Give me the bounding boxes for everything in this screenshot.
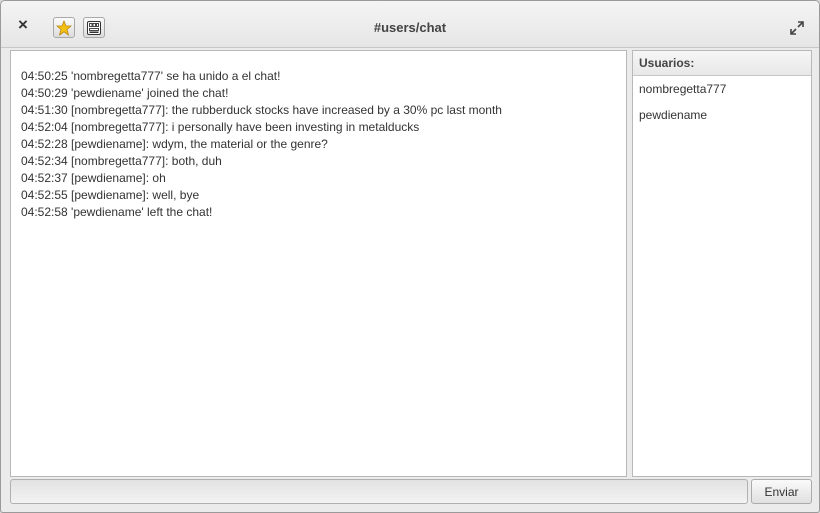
- chat-log[interactable]: 04:50:25 'nombregetta777' se ha unido a …: [10, 50, 627, 477]
- window-title: #users/chat: [373, 20, 447, 35]
- chat-window: × #users/chat 04:50:25 'nombregetta777' …: [0, 0, 820, 513]
- chat-message: 04:52:58 'pewdiename' left the chat!: [21, 205, 213, 219]
- users-header: Usuarios:: [633, 51, 811, 76]
- users-list-panel: Usuarios: nombregetta777 pewdiename: [632, 50, 812, 477]
- maximize-icon: [790, 21, 804, 35]
- chat-message: 04:52:55 [pewdiename]: well, bye: [21, 188, 200, 202]
- chat-message: 04:52:37 [pewdiename]: oh: [21, 171, 166, 185]
- user-list-item[interactable]: nombregetta777: [633, 76, 811, 102]
- titlebar: × #users/chat: [1, 1, 819, 48]
- chat-message: 04:50:25 'nombregetta777' se ha unido a …: [21, 69, 281, 83]
- chat-message: 04:52:28 [pewdiename]: wdym, the materia…: [21, 137, 328, 151]
- chat-message: 04:51:30 [nombregetta777]: the rubberduc…: [21, 103, 502, 117]
- send-button[interactable]: Enviar: [751, 479, 812, 504]
- maximize-button[interactable]: [789, 20, 805, 36]
- chat-messages: 04:50:25 'nombregetta777' se ha unido a …: [21, 68, 620, 221]
- user-list-item[interactable]: pewdiename: [633, 102, 811, 128]
- message-input[interactable]: [10, 479, 748, 504]
- chat-message: 04:50:29 'pewdiename' joined the chat!: [21, 86, 229, 100]
- chat-message: 04:52:34 [nombregetta777]: both, duh: [21, 154, 222, 168]
- chat-message: 04:52:04 [nombregetta777]: i personally …: [21, 120, 420, 134]
